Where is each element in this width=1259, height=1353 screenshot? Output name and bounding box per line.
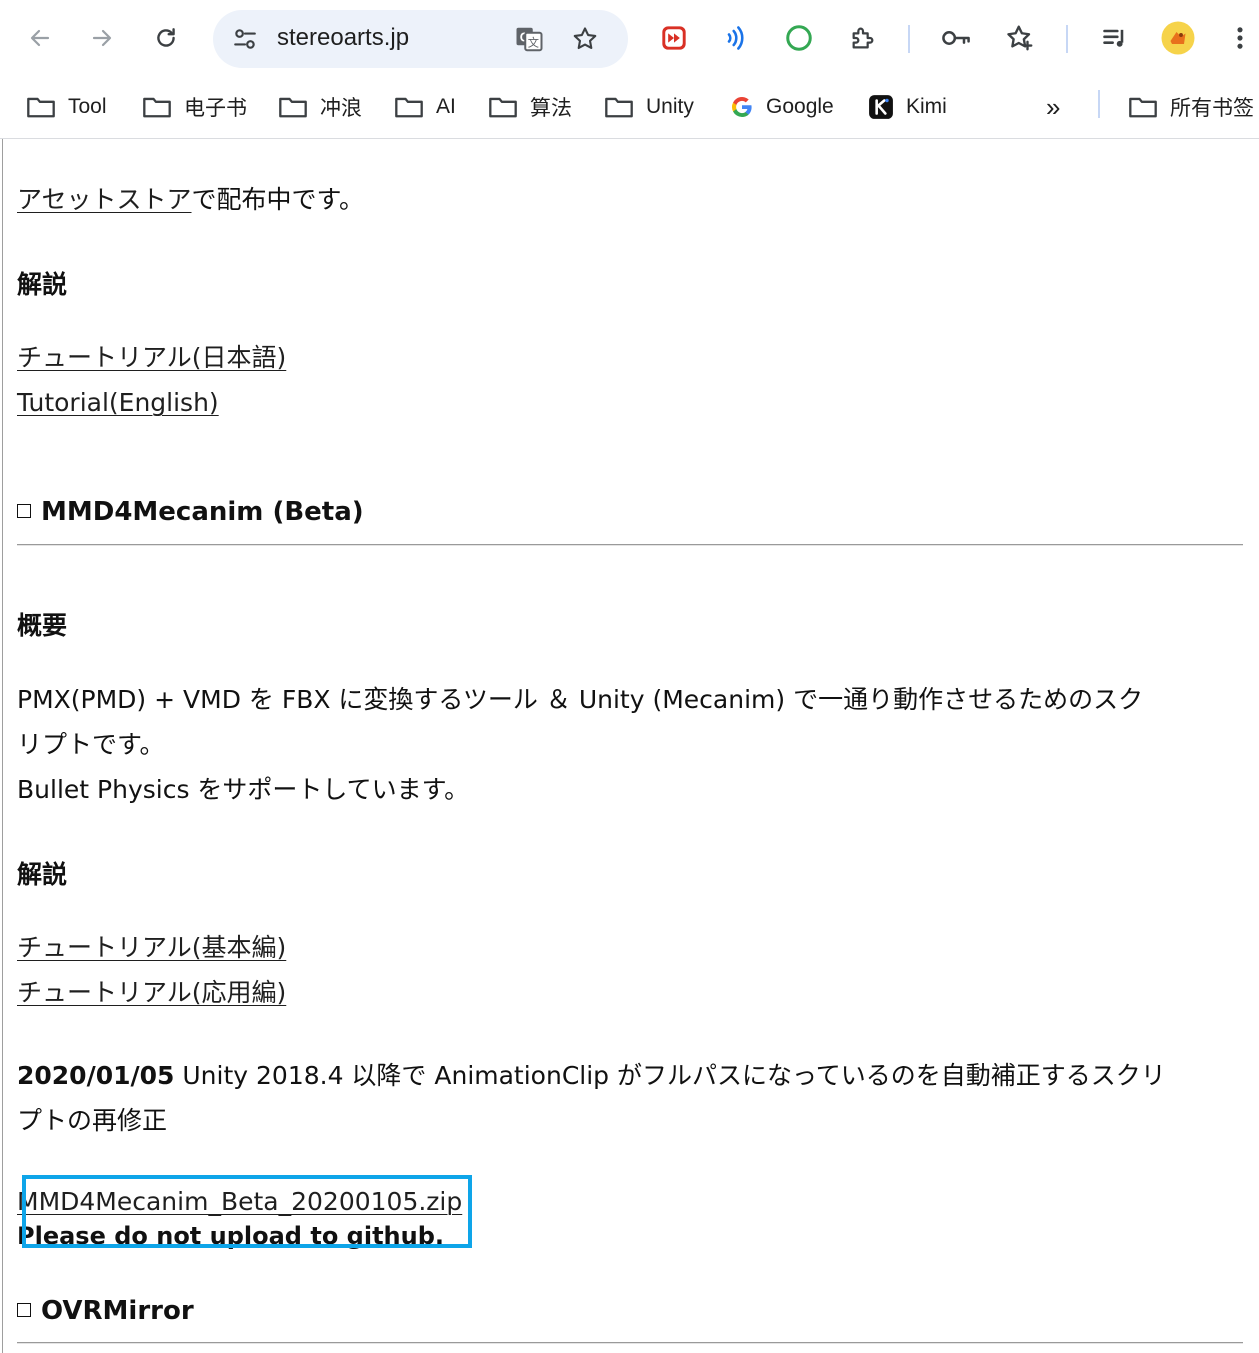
update-note-line-2: プトの再修正 bbox=[17, 1106, 168, 1135]
update-note-line-1: 2020/01/05 Unity 2018.4 以降で AnimationCli… bbox=[17, 1053, 1166, 1098]
media-extension-icon[interactable] bbox=[654, 18, 694, 58]
menu-kebab-icon[interactable] bbox=[1220, 18, 1259, 58]
bookmark-folder-unity[interactable]: Unity bbox=[604, 90, 694, 124]
circle-extension-icon[interactable] bbox=[779, 18, 819, 58]
tutorial-link-basic[interactable]: チュートリアル(基本編) bbox=[17, 925, 286, 970]
bookmark-folder-ai[interactable]: AI bbox=[394, 90, 456, 124]
bookmarks-overflow-chevron-icon[interactable]: » bbox=[1046, 90, 1060, 124]
media-queue-icon[interactable] bbox=[1095, 18, 1135, 58]
google-icon bbox=[732, 96, 752, 118]
browser-toolbar: stereoarts.jp G文 bbox=[0, 0, 1259, 78]
bookmark-star-icon[interactable] bbox=[565, 19, 605, 59]
download-link-text[interactable]: MMD4Mecanim_Beta_20200105.zip bbox=[17, 1187, 462, 1216]
kimi-icon bbox=[869, 95, 893, 119]
update-date: 2020/01/05 bbox=[17, 1061, 175, 1090]
folder-icon bbox=[279, 97, 307, 118]
heading-text: MMD4Mecanim (Beta) bbox=[41, 497, 364, 527]
heading-text: OVRMirror bbox=[41, 1296, 194, 1326]
page-content: アセットストアで配布中です。 解説 チュートリアル(日本語) Tutorial(… bbox=[2, 139, 1259, 1353]
bookmark-label: Google bbox=[766, 95, 834, 118]
bookmark-label: Kimi bbox=[906, 95, 947, 118]
svg-text:文: 文 bbox=[528, 36, 539, 50]
extensions-puzzle-icon[interactable] bbox=[843, 18, 883, 58]
intro-paragraph: アセットストアで配布中です。 bbox=[17, 177, 364, 222]
read-aloud-icon[interactable] bbox=[716, 18, 756, 58]
folder-icon bbox=[27, 97, 55, 118]
tutorial-link-text[interactable]: チュートリアル(基本編) bbox=[17, 933, 286, 962]
section-heading-overview: 概要 bbox=[17, 611, 68, 640]
folder-icon bbox=[605, 97, 633, 118]
reload-icon[interactable] bbox=[146, 18, 186, 58]
asset-store-link[interactable]: アセットストア bbox=[17, 185, 192, 214]
bookmark-label: Unity bbox=[646, 95, 694, 118]
bookmark-folder-algorithm[interactable]: 算法 bbox=[488, 90, 572, 124]
square-bullet-icon bbox=[17, 503, 31, 518]
bookmark-label: 电子书 bbox=[184, 97, 247, 120]
toolbar-divider bbox=[908, 25, 910, 53]
intro-text: で配布中です。 bbox=[191, 185, 365, 214]
translate-icon[interactable]: G文 bbox=[509, 19, 549, 59]
tutorial-link-english[interactable]: Tutorial(English) bbox=[17, 380, 219, 425]
bookmark-label: 所有书签 bbox=[1170, 97, 1254, 120]
favorites-icon[interactable] bbox=[1000, 18, 1040, 58]
overview-line-2: リプトです。 bbox=[17, 730, 165, 759]
site-info-icon[interactable] bbox=[225, 19, 265, 59]
bookmark-label: 冲浪 bbox=[320, 97, 362, 120]
password-key-icon[interactable] bbox=[936, 18, 976, 58]
profile-avatar-icon[interactable] bbox=[1158, 18, 1198, 58]
bookmarks-bar: Tool 电子书 冲浪 AI 算法 Unity Google Kimi » 所有… bbox=[0, 78, 1259, 139]
bookmark-folder-tool[interactable]: Tool bbox=[26, 90, 107, 124]
forward-icon[interactable] bbox=[82, 18, 122, 58]
bookmark-folder-surf[interactable]: 冲浪 bbox=[278, 90, 362, 124]
tutorial-link-text[interactable]: Tutorial(English) bbox=[17, 388, 219, 417]
bookmark-label: Tool bbox=[68, 95, 107, 118]
tutorial-link-japanese[interactable]: チュートリアル(日本語) bbox=[17, 335, 286, 380]
folder-icon bbox=[489, 97, 517, 118]
back-icon[interactable] bbox=[20, 18, 60, 58]
omnibox[interactable]: stereoarts.jp G文 bbox=[213, 10, 628, 68]
update-text: Unity 2018.4 以降で AnimationClip がフルパスになって… bbox=[174, 1061, 1166, 1090]
folder-icon bbox=[1129, 97, 1157, 118]
bookmark-google[interactable]: Google bbox=[730, 90, 834, 124]
toolbar-divider bbox=[1066, 25, 1068, 53]
tutorial-link-text[interactable]: チュートリアル(日本語) bbox=[17, 343, 286, 372]
download-zip-link[interactable]: MMD4Mecanim_Beta_20200105.zip bbox=[17, 1179, 462, 1224]
square-bullet-icon bbox=[17, 1302, 31, 1317]
tutorial-link-text[interactable]: チュートリアル(応用編) bbox=[17, 978, 286, 1007]
section-heading-explanation: 解説 bbox=[17, 270, 68, 299]
bookmark-kimi[interactable]: Kimi bbox=[868, 90, 947, 124]
overview-line-1: PMX(PMD) + VMD を FBX に変換するツール ＆ Unity (M… bbox=[17, 685, 1144, 714]
bookmark-label: 算法 bbox=[530, 97, 572, 120]
address-text[interactable]: stereoarts.jp bbox=[277, 24, 409, 52]
folder-icon bbox=[143, 97, 171, 118]
section-heading-explanation-2: 解説 bbox=[17, 860, 68, 889]
mmd4mecanim-heading: MMD4Mecanim (Beta) bbox=[17, 497, 364, 527]
bookmark-folder-ebook[interactable]: 电子书 bbox=[142, 90, 247, 124]
folder-icon bbox=[395, 97, 423, 118]
all-bookmarks-folder[interactable]: 所有书签 bbox=[1128, 90, 1254, 124]
tutorial-link-advanced[interactable]: チュートリアル(応用編) bbox=[17, 970, 286, 1015]
horizontal-rule bbox=[17, 544, 1243, 546]
bookmarks-divider bbox=[1098, 90, 1100, 118]
overview-line-3: Bullet Physics をサポートしています。 bbox=[17, 775, 470, 804]
horizontal-rule bbox=[17, 1342, 1243, 1344]
ovrmirror-heading: OVRMirror bbox=[17, 1296, 194, 1326]
bookmark-label: AI bbox=[436, 95, 456, 118]
github-warning: Please do not upload to github. bbox=[17, 1222, 445, 1250]
